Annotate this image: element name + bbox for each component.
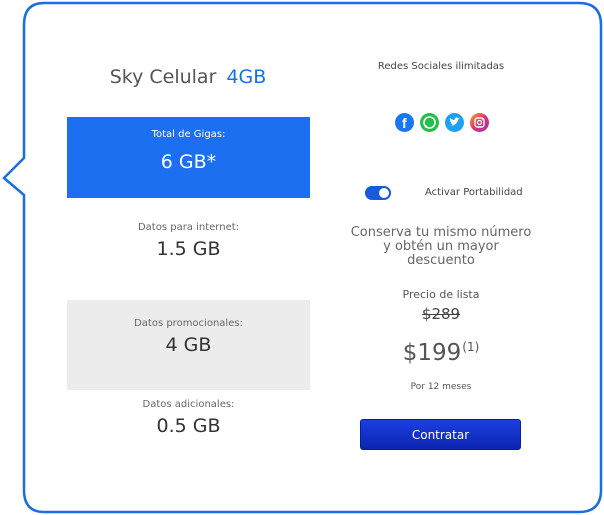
- whatsapp-icon: [420, 113, 439, 132]
- promo-data-label: Datos promocionales:: [134, 318, 243, 329]
- promo-data-box: Datos promocionales: 4 GB: [67, 300, 310, 390]
- list-price-label: Precio de lista: [402, 288, 480, 301]
- social-icons: f: [395, 113, 495, 135]
- additional-data-value: 0.5 GB: [156, 415, 221, 437]
- list-price: $289: [421, 305, 461, 323]
- svg-text:f: f: [402, 115, 407, 131]
- current-price: $199(1): [360, 340, 522, 366]
- total-gigas-box: Total de Gigas: 6 GB*: [67, 117, 310, 198]
- price-period: Por 12 meses: [410, 382, 472, 392]
- price-value: $199: [402, 340, 462, 366]
- plan-title: Sky Celular 4GB: [66, 66, 310, 96]
- portability-toggle-label: Activar Portabilidad: [425, 187, 523, 198]
- instagram-icon: [470, 113, 489, 132]
- toggle-knob: [379, 188, 389, 198]
- total-gigas-value: 6 GB*: [160, 151, 217, 173]
- price-footnote: (1): [462, 340, 480, 355]
- plan-size: 4GB: [226, 66, 267, 88]
- additional-data-label: Datos adicionales:: [142, 399, 235, 410]
- twitter-icon: [445, 113, 464, 132]
- internet-data-label: Datos para internet:: [137, 222, 240, 233]
- total-gigas-label: Total de Gigas:: [151, 129, 226, 140]
- internet-data-value: 1.5 GB: [156, 238, 221, 260]
- portability-toggle[interactable]: [365, 186, 391, 200]
- plan-name: Sky Celular: [109, 66, 217, 88]
- additional-data-box: Datos adicionales: 0.5 GB: [67, 399, 310, 449]
- facebook-icon: f: [395, 113, 414, 132]
- contratar-button[interactable]: Contratar: [360, 419, 521, 450]
- portability-description: Conserva tu mismo número y obtén un mayo…: [350, 225, 532, 268]
- social-title: Redes Sociales ilimitadas: [377, 61, 505, 72]
- internet-data-box: Datos para internet: 1.5 GB: [67, 222, 310, 272]
- promo-data-value: 4 GB: [165, 334, 212, 356]
